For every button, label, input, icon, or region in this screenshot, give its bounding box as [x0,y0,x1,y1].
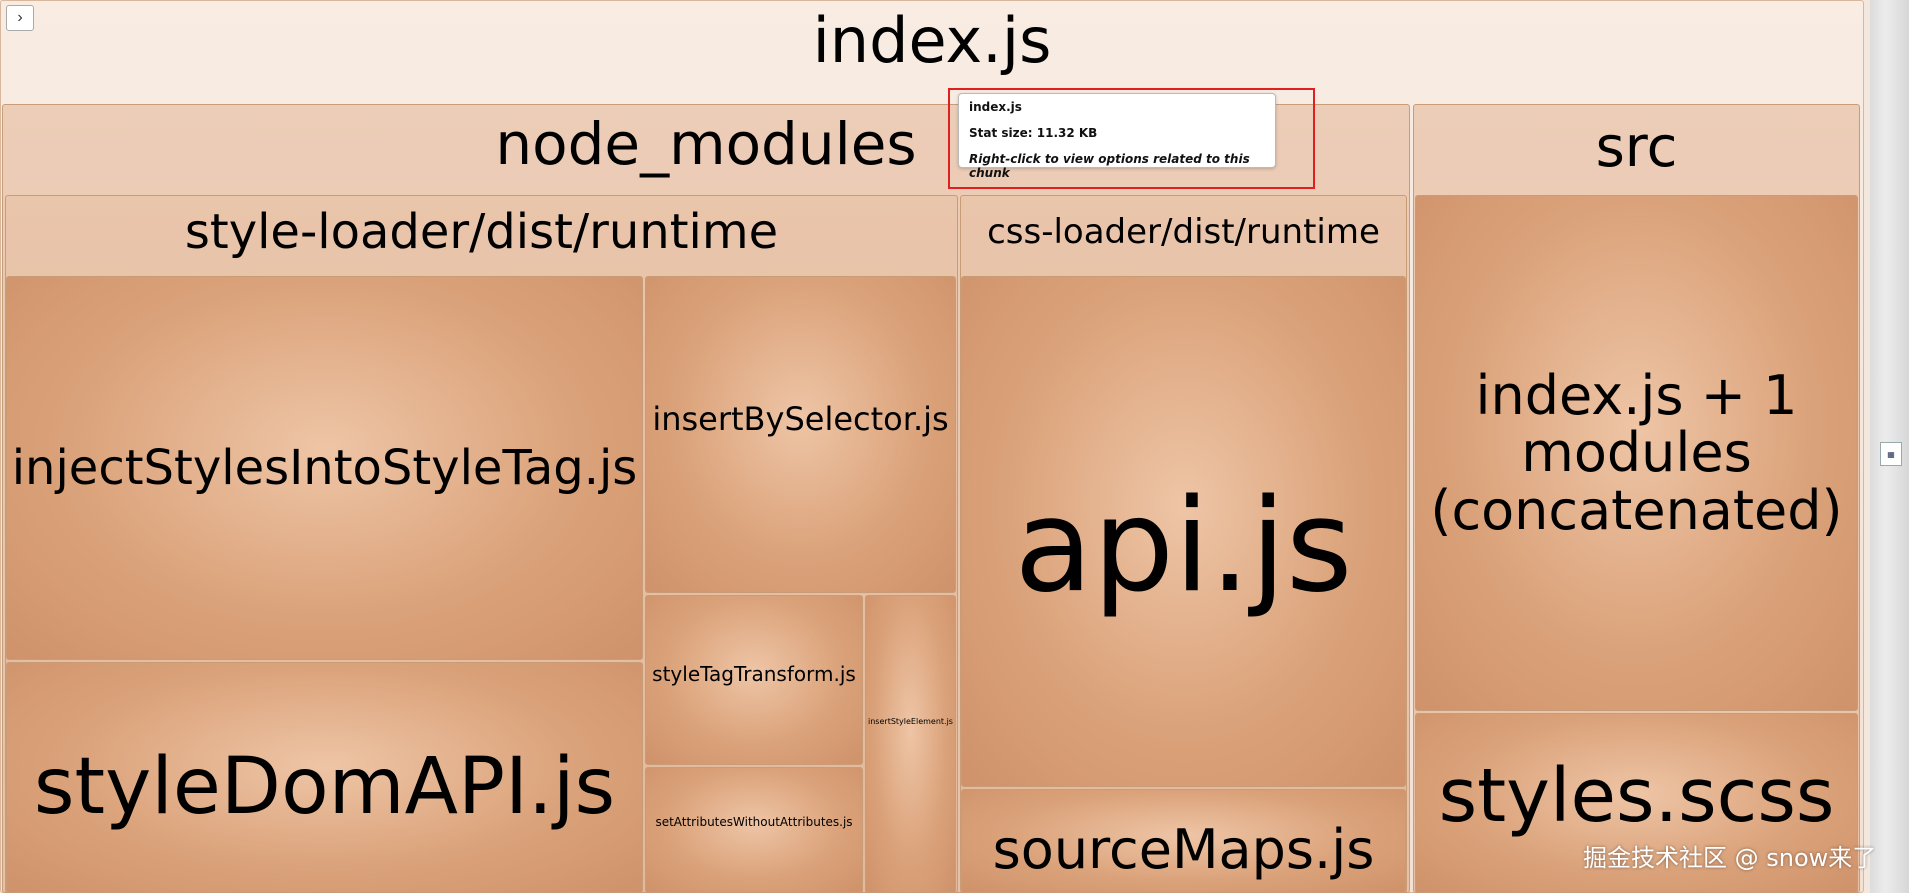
module-inject-styles-into-style-tag[interactable]: injectStylesIntoStyleTag.js [6,276,643,660]
chunk-title: index.js [812,4,1052,77]
chevron-right-icon: › [17,9,23,26]
module-insert-by-selector[interactable]: insertBySelector.js [645,276,956,593]
module-label: styleTagTransform.js [652,662,856,687]
module-label: styleDomAPI.js [33,742,616,833]
module-index-concatenated[interactable]: index.js + 1 modules (concatenated) [1415,195,1858,711]
module-label: index.js + 1 modules (concatenated) [1430,364,1843,542]
module-label: insertBySelector.js [652,399,949,438]
module-insert-style-element[interactable]: insertStyleElement.js [865,595,956,893]
module-style-dom-api[interactable]: styleDomAPI.js [6,662,643,893]
module-label: insertStyleElement.js [868,716,953,726]
group-title: style-loader/dist/runtime [184,204,779,260]
module-label: setAttributesWithoutAttributes.js [655,814,853,829]
group-title: src [1595,115,1678,180]
module-api-js[interactable]: api.js [961,276,1406,787]
module-source-maps[interactable]: sourceMaps.js [961,789,1406,893]
tooltip-highlight-box [948,88,1315,189]
module-label: injectStylesIntoStyleTag.js [11,439,638,496]
group-title: css-loader/dist/runtime [987,212,1380,252]
side-widget-icon[interactable]: ▦ [1880,442,1902,466]
module-style-tag-transform[interactable]: styleTagTransform.js [645,595,863,765]
watermark: 掘金技术社区 @ snow来了 [1583,844,1877,872]
module-label: sourceMaps.js [992,818,1375,882]
module-label: api.js [1014,471,1353,621]
sidebar-toggle-button[interactable]: › [6,5,34,31]
module-set-attributes-without-attributes[interactable]: setAttributesWithoutAttributes.js [645,767,863,893]
